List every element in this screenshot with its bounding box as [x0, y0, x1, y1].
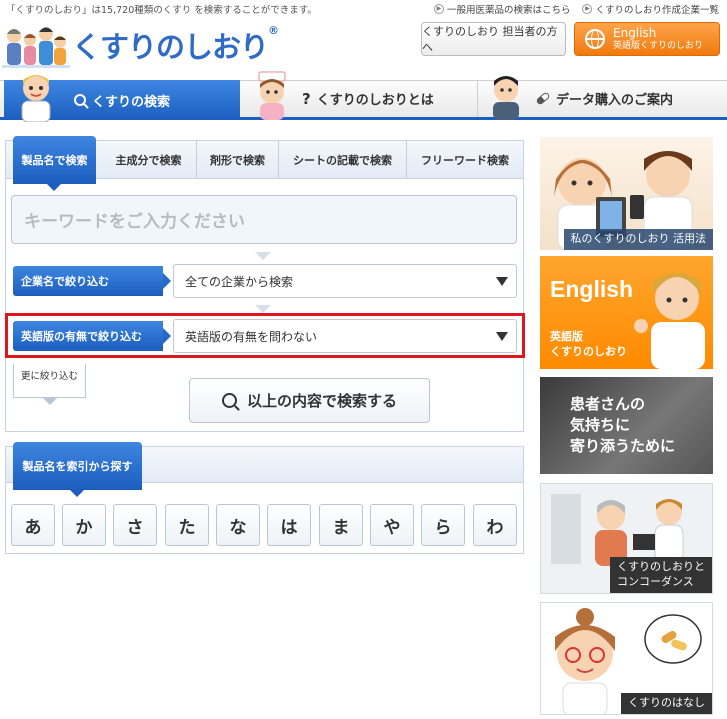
kana-button[interactable]: や [370, 504, 414, 546]
banner-english[interactable]: English 英語版 くすりのしおり [540, 256, 713, 369]
banner-patients[interactable]: 患者さんの 気持ちに 寄り添うために [540, 377, 713, 474]
kana-button[interactable]: ま [319, 504, 363, 546]
search-icon [74, 94, 86, 106]
index-title: 製品名を索引から探す [13, 442, 142, 497]
banner-concordance[interactable]: くすりのしおりと コンコーダンス [540, 483, 713, 594]
pill-icon [535, 91, 551, 106]
highlight-box [5, 313, 525, 358]
banner-patients-text: 患者さんの 気持ちに 寄り添うために [570, 395, 676, 455]
kana-button[interactable]: ら [421, 504, 465, 546]
family-illustration [2, 27, 70, 68]
logo-text: くすりのしおり® [72, 24, 279, 64]
tab-sheet[interactable]: シートの記載で検索 [278, 141, 406, 179]
english-version-button[interactable]: English 英語版くすりのしおり [574, 22, 720, 56]
banner-usage-caption: 私のくすりのしおり 活用法 [563, 229, 713, 250]
tab-dosage-form[interactable]: 剤形で検索 [196, 141, 278, 179]
arrow-circle-icon: ▶ [582, 4, 593, 14]
doctor-illustration [21, 75, 51, 122]
banner-talk-caption: くすりのはなし [621, 693, 712, 714]
tab-freeword[interactable]: フリーワード検索 [406, 141, 523, 179]
globe-icon [585, 29, 605, 49]
top-links: ▶ 一般用医薬品の検索はこちら ▶ くすりのしおり作成企業一覧 [433, 2, 719, 16]
staff-button[interactable]: くすりのしおり 担当者の方へ [421, 22, 566, 56]
banner-english-doctor [634, 273, 705, 369]
kana-button[interactable]: な [216, 504, 260, 546]
banner-concordance-caption: くすりのしおりと コンコーダンス [610, 557, 712, 593]
kana-button[interactable]: あ [11, 504, 55, 546]
kana-button[interactable]: か [62, 504, 106, 546]
site-logo[interactable]: くすりのしおり® [2, 14, 279, 76]
question-icon: ? [302, 89, 311, 108]
banner-english-title: English [550, 276, 634, 302]
pharmacist-illustration [493, 76, 519, 120]
divider-arrow [255, 252, 271, 260]
arrow-circle-icon: ▶ [433, 4, 444, 14]
search-submit-button[interactable]: 以上の内容で検索する [189, 378, 430, 423]
dropdown-arrow-icon [496, 277, 508, 286]
divider-arrow [255, 305, 271, 313]
banner-english-sub: 英語版 くすりのしおり [550, 330, 627, 358]
kana-button[interactable]: は [267, 504, 311, 546]
banner-usage[interactable]: 私のくすりのしおり 活用法 [540, 137, 713, 250]
keyword-input[interactable]: キーワードをご入力ください [11, 195, 517, 244]
company-filter-label: 企業名で絞り込む [13, 266, 171, 296]
search-icon [221, 393, 237, 408]
kana-button[interactable]: た [165, 504, 209, 546]
tab-product-name[interactable]: 製品名で検索 [13, 136, 96, 191]
nurse-illustration [258, 71, 286, 120]
company-select[interactable]: 全ての企業から検索 [173, 264, 517, 298]
tab-ingredient[interactable]: 主成分で検索 [101, 141, 196, 179]
companies-link[interactable]: ▶ くすりのしおり作成企業一覧 [582, 2, 719, 16]
kana-button[interactable]: わ [473, 504, 517, 546]
more-filters-toggle[interactable]: 更に絞り込む [13, 364, 86, 405]
banner-talk[interactable]: くすりのはなし [540, 602, 713, 715]
otc-search-link[interactable]: ▶ 一般用医薬品の検索はこちら [433, 2, 570, 16]
kana-button[interactable]: さ [113, 504, 157, 546]
